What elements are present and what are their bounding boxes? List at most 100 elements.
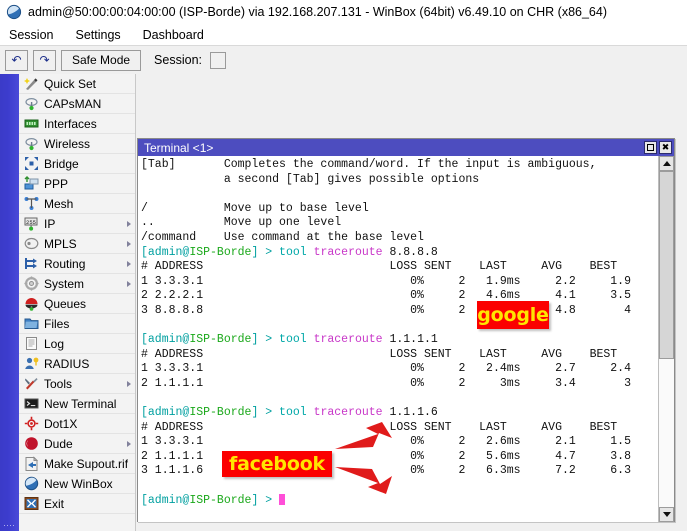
sidebar-item-label: New Terminal <box>44 397 116 411</box>
sidebar-item-mesh[interactable]: Mesh <box>19 194 135 214</box>
terminal-table-row: 1 3.3.3.1 0% 2 2.4ms 2.7 2.4 <box>141 362 658 377</box>
sidebar-item-ppp[interactable]: PPP <box>19 174 135 194</box>
terminal-table-header: # ADDRESS LOSS SENT LAST AVG BEST <box>141 421 658 436</box>
terminal-command-line: [admin@ISP-Borde] > tool traceroute 1.1.… <box>141 333 658 348</box>
sidebar-item-label: Dot1X <box>44 417 77 431</box>
rail-grip-icon[interactable] <box>3 524 15 528</box>
supout-icon <box>24 456 39 471</box>
sidebar-item-tools[interactable]: Tools <box>19 374 135 394</box>
gear-icon <box>24 276 39 291</box>
sidebar-item-dot1x[interactable]: Dot1X <box>19 414 135 434</box>
folder-icon <box>24 316 39 331</box>
dude-icon <box>24 436 39 451</box>
exit-icon <box>24 496 39 511</box>
terminal-output[interactable]: [Tab] Completes the command/word. If the… <box>138 156 658 522</box>
redo-arrow-icon: ↷ <box>39 53 49 67</box>
terminal-blank-line <box>141 319 658 334</box>
sidebar-item-radius[interactable]: RADIUS <box>19 354 135 374</box>
chevron-right-icon <box>127 241 131 247</box>
terminal-help-line: /command Use command at the base level <box>141 231 658 246</box>
terminal-table-row: 3 8.8.8.8 0% 2 5.6ms 4.8 4 <box>141 304 658 319</box>
sidebar-item-system[interactable]: System <box>19 274 135 294</box>
winbox-globe-icon <box>6 4 22 20</box>
sidebar-item-dude[interactable]: Dude <box>19 434 135 454</box>
sidebar-item-routing[interactable]: Routing <box>19 254 135 274</box>
winbox-window: admin@50:00:00:04:00:00 (ISP-Borde) via … <box>0 0 687 530</box>
sidebar-item-exit[interactable]: Exit <box>19 494 135 514</box>
terminal-blank-line <box>141 392 658 407</box>
main-area: Quick Set CAPsMAN InterfacesWirelessBridge… <box>0 74 687 531</box>
sidebar-item-label: RADIUS <box>44 357 89 371</box>
ppp-icon <box>24 176 39 191</box>
svg-text:255: 255 <box>26 219 36 226</box>
queues-icon <box>24 296 39 311</box>
terminal-cursor <box>279 494 285 505</box>
scrollbar-thumb[interactable] <box>659 171 674 359</box>
terminal-help-line <box>141 187 658 202</box>
terminal-table-row: 1 3.3.3.1 0% 2 1.9ms 2.2 1.9 <box>141 275 658 290</box>
terminal-scrollbar[interactable] <box>658 156 674 522</box>
maximize-icon[interactable] <box>644 141 657 154</box>
chevron-right-icon <box>127 281 131 287</box>
terminal-blank-line <box>141 479 658 494</box>
terminal-help-line: .. Move up one level <box>141 216 658 231</box>
chevron-right-icon <box>127 261 131 267</box>
terminal-table-header: # ADDRESS LOSS SENT LAST AVG BEST <box>141 348 658 363</box>
terminal-prompt-line: [admin@ISP-Borde] > <box>141 494 658 509</box>
sidebar-item-new-terminal[interactable]: New Terminal <box>19 394 135 414</box>
sidebar-item-label: Exit <box>44 497 64 511</box>
window-title-text: admin@50:00:00:04:00:00 (ISP-Borde) via … <box>28 5 607 19</box>
sidebar-item-quick-set[interactable]: Quick Set <box>19 74 135 94</box>
winbox-globe-icon <box>24 476 39 491</box>
ip-255-icon: 255 <box>24 216 39 231</box>
terminal-command-line: [admin@ISP-Borde] > tool traceroute 8.8.… <box>141 246 658 261</box>
annotation-google: google <box>477 301 549 329</box>
terminal-icon <box>24 396 39 411</box>
sidebar-item-label: CAPsMAN <box>44 97 101 111</box>
window-title-bar: admin@50:00:00:04:00:00 (ISP-Borde) via … <box>0 0 687 24</box>
terminal-help-line: [Tab] Completes the command/word. If the… <box>141 158 658 173</box>
sidebar-item-label: Files <box>44 317 69 331</box>
menu-item-session[interactable]: Session <box>6 27 56 43</box>
undo-button[interactable]: ↶ <box>5 50 28 71</box>
sidebar-item-log[interactable]: Log <box>19 334 135 354</box>
mpls-tag-icon <box>24 236 39 251</box>
scroll-up-arrow-icon[interactable] <box>659 156 674 171</box>
terminal-body: [Tab] Completes the command/word. If the… <box>138 156 674 522</box>
tools-icon <box>24 376 39 391</box>
terminal-window: Terminal <1> ✖ [Tab] Completes the comma… <box>137 138 675 522</box>
sidebar-item-queues[interactable]: Queues <box>19 294 135 314</box>
antenna-icon <box>24 136 39 151</box>
sidebar-item-label: Queues <box>44 297 86 311</box>
sidebar-item-interfaces[interactable]: Interfaces <box>19 114 135 134</box>
safe-mode-button[interactable]: Safe Mode <box>61 50 141 71</box>
session-input[interactable] <box>210 52 226 69</box>
session-label: Session: <box>154 53 202 67</box>
sidebar-item-ip[interactable]: 255 IP <box>19 214 135 234</box>
close-icon[interactable]: ✖ <box>659 141 672 154</box>
sidebar-item-wireless[interactable]: Wireless <box>19 134 135 154</box>
scrollbar-track[interactable] <box>659 171 674 507</box>
terminal-title-bar[interactable]: Terminal <1> ✖ <box>138 139 674 156</box>
sidebar-item-files[interactable]: Files <box>19 314 135 334</box>
undo-arrow-icon: ↶ <box>11 53 21 67</box>
terminal-help-line: a second [Tab] gives possible options <box>141 173 658 188</box>
ethernet-icon <box>24 116 39 131</box>
radius-user-icon <box>24 356 39 371</box>
scroll-down-arrow-icon[interactable] <box>659 507 674 522</box>
sidebar-item-label: Quick Set <box>44 77 96 91</box>
menu-item-dashboard[interactable]: Dashboard <box>140 27 207 43</box>
menu-item-settings[interactable]: Settings <box>72 27 123 43</box>
sidebar-item-label: Make Supout.rif <box>44 457 128 471</box>
sidebar-item-label: IP <box>44 217 55 231</box>
sidebar-item-bridge[interactable]: Bridge <box>19 154 135 174</box>
sidebar-menu: Quick Set CAPsMAN InterfacesWirelessBridge… <box>19 74 136 531</box>
sidebar-item-make-supout-rif[interactable]: Make Supout.rif <box>19 454 135 474</box>
sidebar-item-mpls[interactable]: MPLS <box>19 234 135 254</box>
terminal-table-header: # ADDRESS LOSS SENT LAST AVG BEST <box>141 260 658 275</box>
mesh-icon <box>24 196 39 211</box>
sidebar-item-capsman[interactable]: CAPsMAN <box>19 94 135 114</box>
sidebar-item-new-winbox[interactable]: New WinBox <box>19 474 135 494</box>
toolbar: ↶ ↷ Safe Mode Session: <box>0 45 687 74</box>
redo-button[interactable]: ↷ <box>33 50 56 71</box>
